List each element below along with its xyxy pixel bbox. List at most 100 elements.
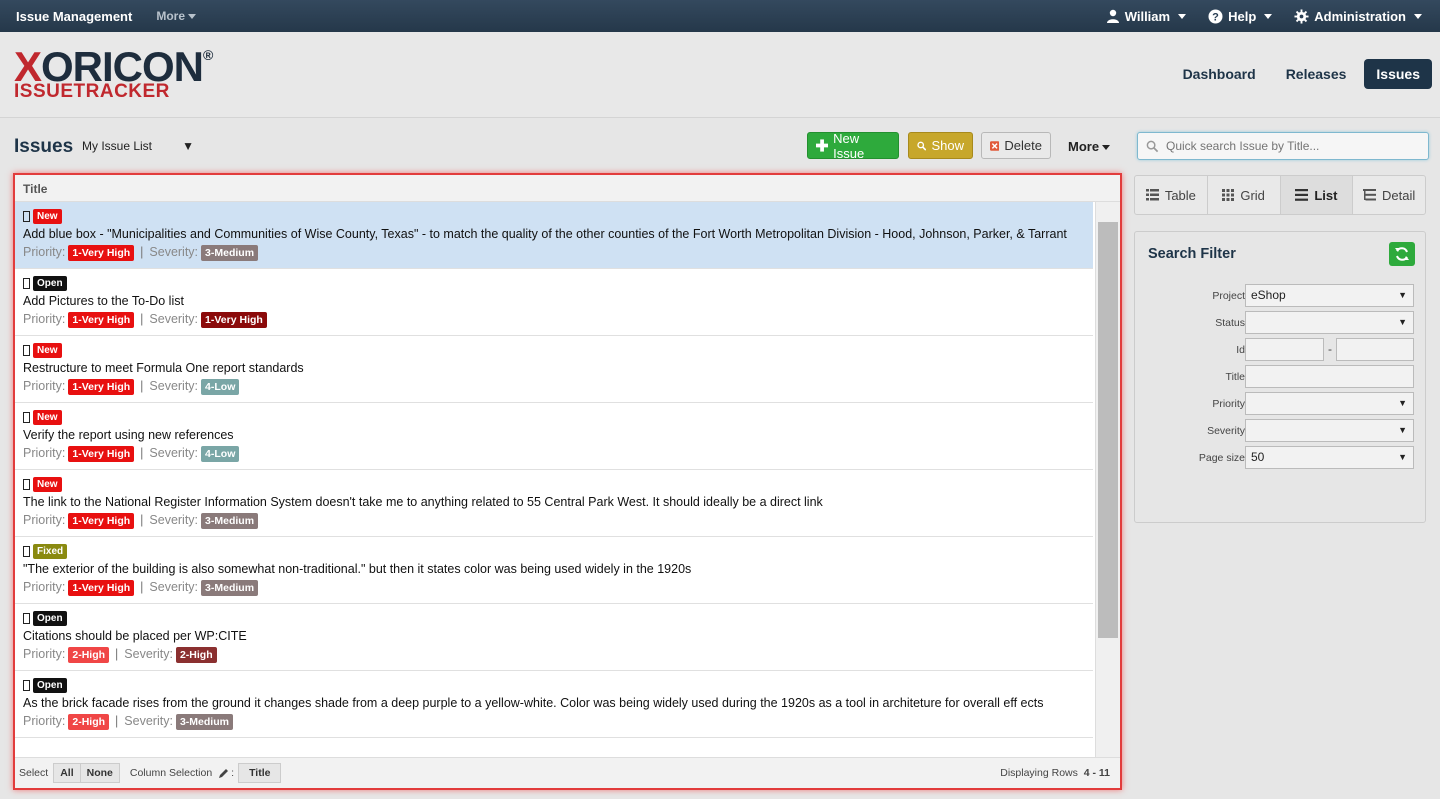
row-checkbox[interactable] — [23, 479, 30, 490]
filter-row-id: Id - — [1135, 338, 1427, 362]
pagesize-select[interactable]: 50 ▼ — [1245, 446, 1414, 469]
select-label: Select — [19, 767, 49, 779]
delete-button[interactable]: Delete — [981, 132, 1051, 159]
list-item[interactable]: Open Add Pictures to the To-Do list Priori… — [15, 269, 1093, 336]
tab-list-view[interactable]: List — [1280, 176, 1354, 214]
row-header: Open — [23, 677, 1085, 694]
project-select[interactable]: eShop ▼ — [1245, 284, 1414, 307]
priority-badge: 2-High — [68, 646, 110, 663]
administration-menu[interactable]: Administration — [1294, 9, 1422, 24]
severity-select[interactable]: ▼ — [1245, 419, 1414, 442]
magnifier-icon — [917, 141, 927, 151]
status-badge: Fixed — [33, 544, 68, 559]
row-checkbox[interactable] — [23, 345, 30, 356]
app-brand-link[interactable]: Issue Management — [16, 9, 132, 24]
meta-separator: | — [140, 513, 144, 527]
issue-title[interactable]: The link to the National Register Inform… — [23, 494, 1085, 511]
priority-badge: 1-Very High — [68, 579, 135, 596]
filter-row-title: Title — [1135, 365, 1427, 389]
scrollbar-track[interactable] — [1095, 202, 1120, 757]
top-bar: Issue Management More William ? Help Adm… — [0, 0, 1440, 32]
header: XORICON® ISSUETRACKER Dashboard Releases… — [0, 32, 1440, 118]
severity-badge: 4-Low — [201, 445, 240, 462]
nav-dashboard[interactable]: Dashboard — [1171, 59, 1268, 89]
id-from-input[interactable] — [1245, 338, 1324, 361]
tab-table-label: Table — [1164, 187, 1196, 203]
meta-separator: | — [115, 714, 119, 728]
list-item[interactable]: New Verify the report using new reference… — [15, 403, 1093, 470]
list-item[interactable]: Open Citations should be placed per WP:CI… — [15, 604, 1093, 671]
row-checkbox[interactable] — [23, 278, 30, 289]
priority-select[interactable]: ▼ — [1245, 392, 1414, 415]
search-icon — [1146, 140, 1159, 152]
nav-releases[interactable]: Releases — [1274, 59, 1359, 89]
select-none-button[interactable]: None — [80, 763, 120, 783]
issue-title[interactable]: Verify the report using new references — [23, 427, 1085, 444]
priority-badge: 2-High — [68, 713, 110, 730]
quick-search-input[interactable] — [1166, 139, 1416, 153]
issue-list-select[interactable]: My Issue List ▼ — [82, 139, 194, 153]
search-filter-title: Search Filter — [1148, 246, 1236, 262]
row-checkbox[interactable] — [23, 680, 30, 691]
priority-label: Priority: — [23, 379, 66, 393]
severity-badge: 2-High — [175, 646, 217, 663]
view-mode-tabs: Table Grid List Detail — [1134, 175, 1426, 215]
list-item[interactable]: Fixed "The exterior of the building is al… — [15, 537, 1093, 604]
project-select-value: eShop — [1251, 288, 1286, 302]
tab-table-view[interactable]: Table — [1135, 176, 1208, 214]
issue-title[interactable]: "The exterior of the building is also so… — [23, 561, 1085, 578]
priority-label: Priority: — [23, 446, 66, 460]
pagesize-label: Page size — [1198, 452, 1245, 464]
user-menu[interactable]: William — [1106, 9, 1187, 24]
severity-label: Severity — [1207, 425, 1245, 437]
row-checkbox[interactable] — [23, 412, 30, 423]
issue-meta: Priority: 1-Very High | Severity: 1-Very Hig… — [23, 310, 1085, 329]
id-to-input[interactable] — [1336, 338, 1414, 361]
filter-row-pagesize: Page size 50 ▼ — [1135, 446, 1427, 470]
status-badge: Open — [33, 678, 67, 693]
top-right-menus: William ? Help Administration — [1106, 0, 1422, 32]
status-select[interactable]: ▼ — [1245, 311, 1414, 334]
list-item[interactable]: New Restructure to meet Formula One repor… — [15, 336, 1093, 403]
status-badge: New — [33, 410, 62, 425]
show-button[interactable]: Show — [908, 132, 973, 159]
filter-row-severity: Severity ▼ — [1135, 419, 1427, 443]
grid-icon — [1222, 189, 1235, 201]
column-header-title[interactable]: Title — [15, 175, 1120, 202]
issue-list-select-value: My Issue List — [82, 139, 153, 153]
row-header: Open — [23, 275, 1085, 292]
title-input[interactable] — [1245, 365, 1414, 388]
tab-detail-view[interactable]: Detail — [1353, 176, 1425, 214]
scrollbar-thumb[interactable] — [1098, 222, 1118, 638]
status-badge: Open — [33, 276, 67, 291]
severity-badge: 3-Medium — [201, 244, 259, 261]
issue-title[interactable]: Restructure to meet Formula One report s… — [23, 360, 1085, 377]
tab-grid-view[interactable]: Grid — [1208, 176, 1281, 214]
list-item[interactable]: Open As the brick facade rises from the g… — [15, 671, 1093, 738]
severity-label: Severity: — [149, 580, 199, 594]
select-all-button[interactable]: All — [53, 763, 81, 783]
issue-title[interactable]: As the brick facade rises from the groun… — [23, 695, 1085, 712]
list-item[interactable]: New Add blue box - "Municipalities and Co… — [15, 202, 1093, 269]
status-badge: New — [33, 343, 62, 358]
row-checkbox[interactable] — [23, 211, 30, 222]
more-actions-menu[interactable]: More — [1068, 139, 1111, 154]
help-menu[interactable]: ? Help — [1208, 9, 1273, 24]
row-checkbox[interactable] — [23, 613, 30, 624]
issue-title[interactable]: Add Pictures to the To-Do list — [23, 293, 1085, 310]
pencil-icon[interactable] — [218, 768, 229, 779]
refresh-filter-button[interactable] — [1389, 242, 1415, 266]
column-title-chip[interactable]: Title — [238, 763, 282, 783]
issue-title[interactable]: Add blue box - "Municipalities and Commu… — [23, 226, 1085, 243]
new-issue-button[interactable]: New Issue — [807, 131, 899, 161]
xoricon-logo[interactable]: XORICON® ISSUETRACKER — [14, 46, 213, 102]
top-more-menu[interactable]: More — [156, 9, 196, 23]
issue-title[interactable]: Citations should be placed per WP:CITE — [23, 628, 1085, 645]
id-range-separator: - — [1328, 342, 1332, 356]
nav-issues[interactable]: Issues — [1364, 59, 1432, 89]
list-item[interactable]: New The link to the National Register Inf… — [15, 470, 1093, 537]
status-badge: New — [33, 209, 62, 224]
dropdown-arrow-icon: ▼ — [1398, 290, 1407, 300]
severity-label: Severity: — [124, 714, 173, 728]
row-checkbox[interactable] — [23, 546, 30, 557]
